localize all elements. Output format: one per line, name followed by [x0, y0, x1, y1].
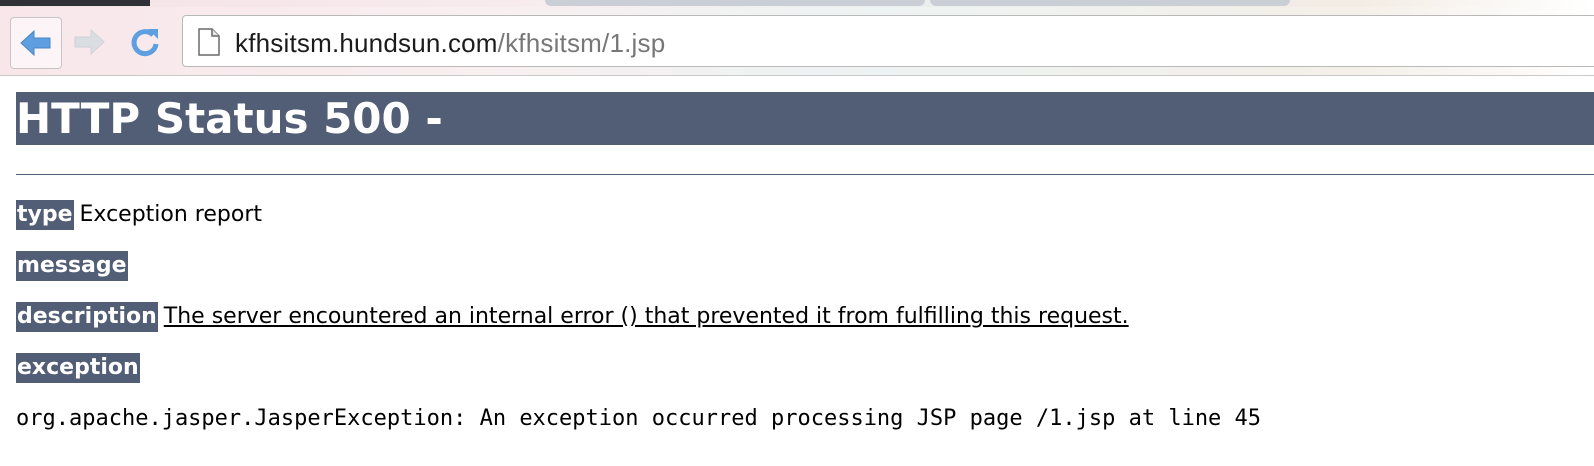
message-row: message — [16, 251, 134, 281]
exception-row: exception — [16, 353, 140, 383]
reload-icon — [131, 29, 159, 57]
browser-toolbar: kfhsitsm.hundsun.com/kfhsitsm/1.jsp — [0, 7, 1594, 76]
message-label: message — [16, 251, 128, 281]
page-icon — [198, 28, 220, 56]
url-host: kfhsitsm.hundsun.com — [235, 28, 498, 58]
address-bar[interactable]: kfhsitsm.hundsun.com/kfhsitsm/1.jsp — [182, 15, 1594, 67]
type-row: type Exception report — [16, 200, 262, 230]
tab-strip — [0, 0, 1594, 7]
description-label: description — [16, 302, 158, 332]
back-arrow-icon — [20, 29, 51, 57]
forward-button[interactable] — [64, 17, 114, 67]
type-value: Exception report — [79, 202, 262, 227]
active-tab-edge[interactable] — [0, 0, 150, 6]
forward-arrow-icon — [74, 28, 105, 56]
background-tab[interactable] — [930, 0, 1290, 6]
background-tab[interactable] — [545, 0, 925, 6]
description-row: description The server encountered an int… — [16, 302, 1129, 332]
exception-text: org.apache.jasper.JasperException: An ex… — [16, 406, 1262, 431]
divider — [16, 174, 1594, 175]
url-text[interactable]: kfhsitsm.hundsun.com/kfhsitsm/1.jsp — [235, 28, 665, 58]
back-button[interactable] — [10, 17, 62, 69]
page-title: HTTP Status 500 - — [16, 92, 1594, 145]
description-value: The server encountered an internal error… — [163, 304, 1129, 329]
url-path: /kfhsitsm/1.jsp — [497, 28, 666, 58]
exception-label: exception — [16, 353, 140, 383]
type-label: type — [16, 200, 74, 230]
reload-button[interactable] — [120, 17, 170, 67]
